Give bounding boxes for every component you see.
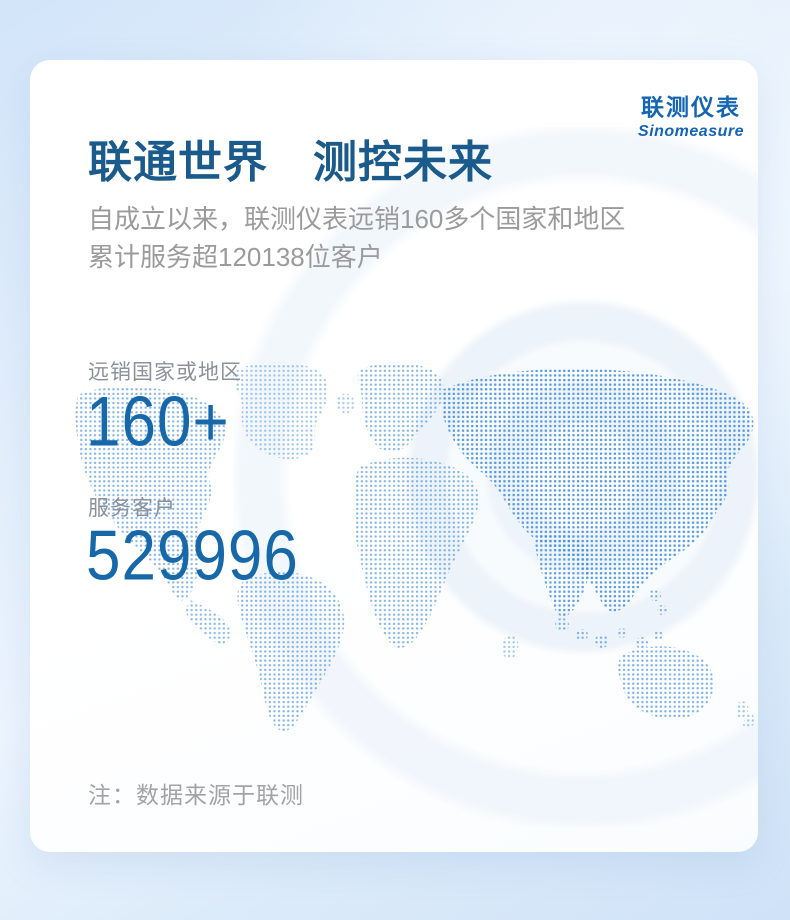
page-subtitle: 自成立以来，联测仪表远销160多个国家和地区 累计服务超120138位客户 <box>88 200 625 276</box>
subtitle-line-1: 自成立以来，联测仪表远销160多个国家和地区 <box>88 200 625 238</box>
brand-logo-english: Sinomeasure <box>638 123 744 141</box>
stats-card: 联测仪表 Sinomeasure 联通世界 测控未来 自成立以来，联测仪表远销1… <box>30 60 758 852</box>
subtitle-line-2: 累计服务超120138位客户 <box>88 238 625 276</box>
stat-countries-value: 160+ <box>86 382 230 462</box>
brand-logo: 联测仪表 Sinomeasure <box>638 88 744 141</box>
page-title: 联通世界 测控未来 <box>88 126 493 190</box>
data-source-note: 注：数据来源于联测 <box>88 776 304 810</box>
page-background: 联测仪表 Sinomeasure 联通世界 测控未来 自成立以来，联测仪表远销1… <box>0 0 790 920</box>
stat-customers-value: 529996 <box>86 516 299 596</box>
card-content: 联测仪表 Sinomeasure 联通世界 测控未来 自成立以来，联测仪表远销1… <box>30 60 758 852</box>
brand-logo-chinese: 联测仪表 <box>638 88 744 122</box>
